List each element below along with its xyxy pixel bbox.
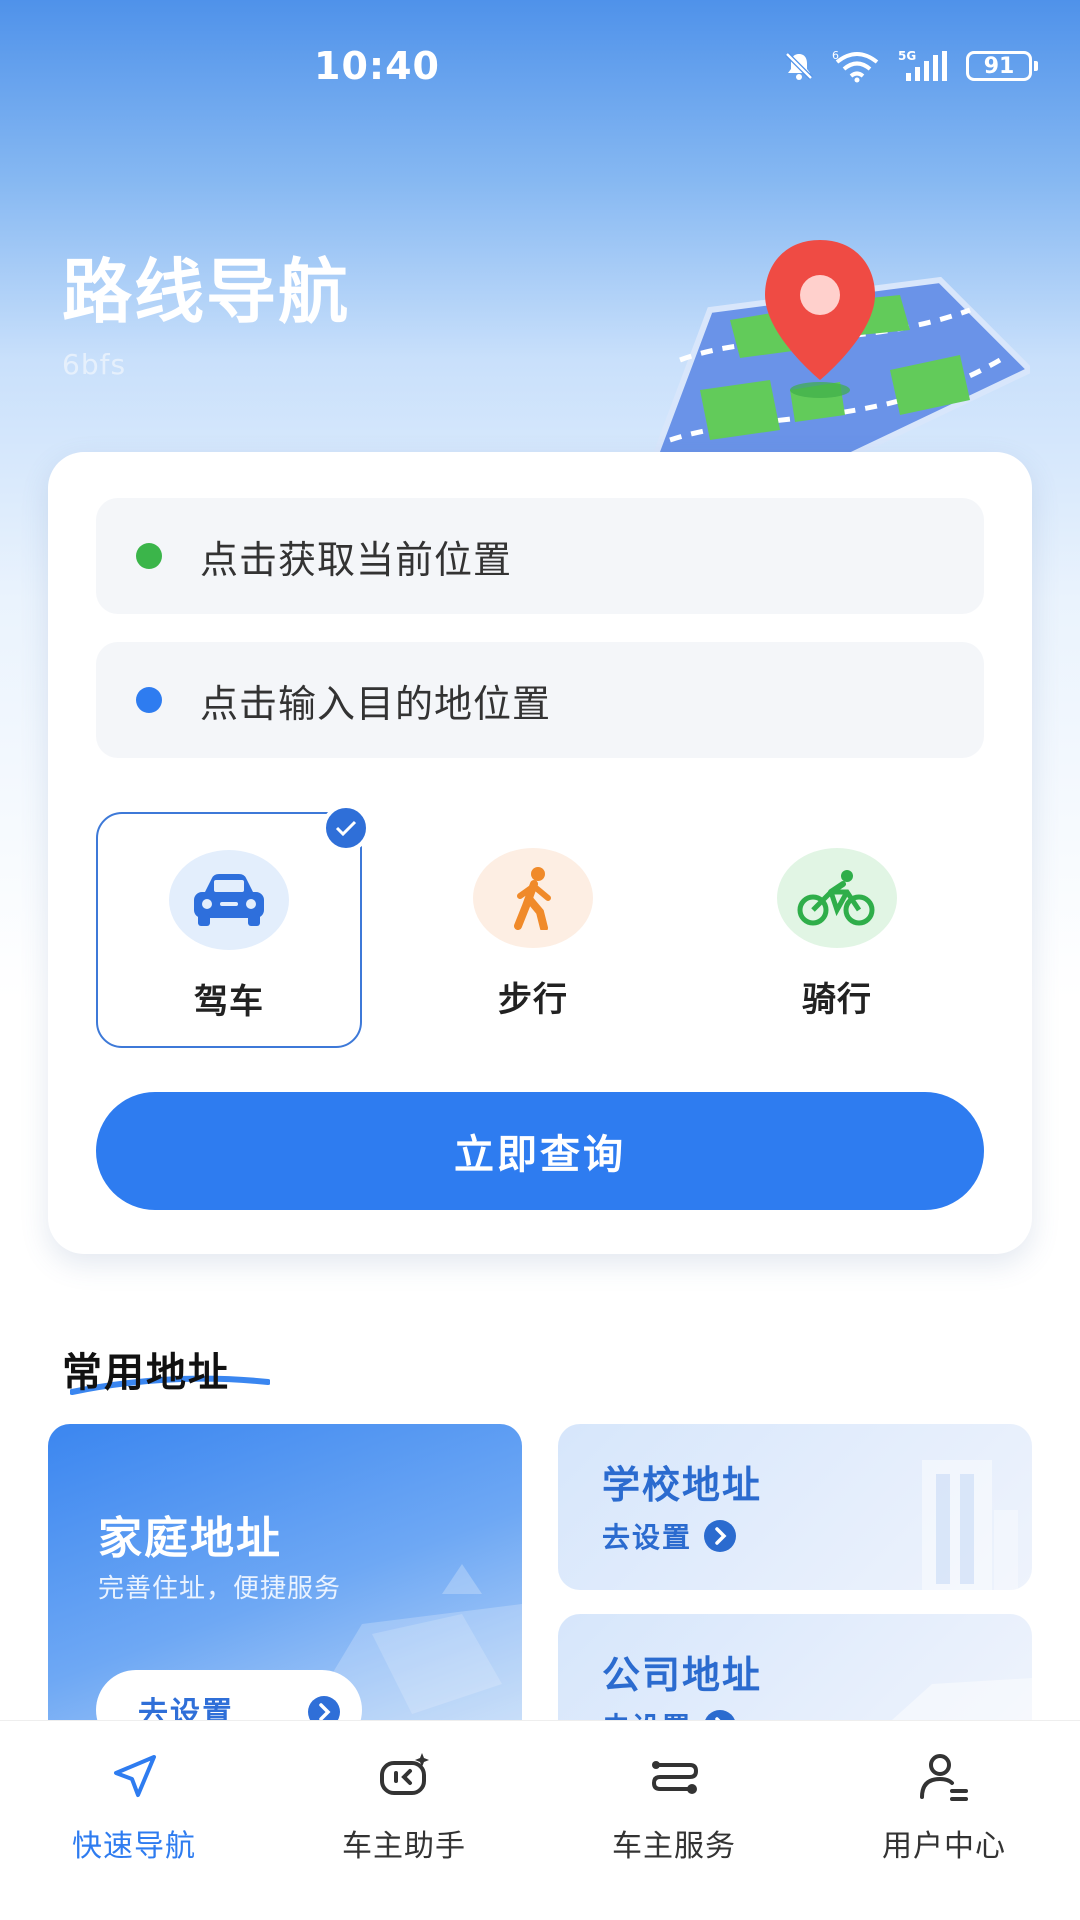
walking-person-icon <box>473 848 593 948</box>
destination-field[interactable]: 点击输入目的地位置 <box>96 642 984 758</box>
wifi-icon: 6 <box>832 49 879 83</box>
school-address-card[interactable]: 学校地址 去设置 <box>558 1424 1032 1590</box>
tab-label: 用户中心 <box>882 1829 1006 1864</box>
home-address-title: 家庭地址 <box>98 1513 282 1564</box>
bottom-tab-bar: 快速导航 车主助手 车主服务 用户中心 <box>0 1720 1080 1920</box>
school-building-illustration-icon <box>922 1460 1018 1590</box>
home-address-subtitle: 完善住址，便捷服务 <box>98 1574 342 1604</box>
user-icon <box>920 1754 968 1801</box>
network-type: 5G <box>898 49 916 63</box>
home-set-label: 去设置 <box>138 1696 234 1720</box>
destination-dot-icon <box>136 687 162 713</box>
mode-driving[interactable]: 驾车 <box>96 804 370 1048</box>
page-subtitle: 6bfs <box>62 348 127 381</box>
checkmark-icon <box>322 804 370 852</box>
origin-dot-icon <box>136 543 162 569</box>
school-set-label: 去设置 <box>602 1521 693 1554</box>
tab-label: 快速导航 <box>72 1829 196 1864</box>
arrow-right-circle-icon <box>704 1520 737 1552</box>
office-illustration-icon <box>892 1678 1032 1720</box>
mode-label: 步行 <box>498 980 568 1020</box>
tab-label: 车主服务 <box>612 1829 736 1864</box>
tab-user-center[interactable]: 用户中心 <box>844 1749 1044 1869</box>
cellular-signal-icon: 5G <box>898 49 947 81</box>
page-title: 路线导航 <box>62 251 350 333</box>
school-set-button[interactable]: 去设置 <box>602 1516 737 1556</box>
car-icon <box>169 850 289 950</box>
origin-field[interactable]: 点击获取当前位置 <box>96 498 984 614</box>
route-service-icon <box>651 1761 699 1794</box>
status-time: 10:40 <box>314 44 440 88</box>
query-button[interactable]: 立即查询 <box>96 1092 984 1210</box>
mode-walking[interactable]: 步行 <box>400 812 666 1048</box>
assistant-icon <box>380 1753 429 1795</box>
tab-car-services[interactable]: 车主服务 <box>574 1749 774 1869</box>
destination-field-label: 点击输入目的地位置 <box>200 681 552 726</box>
arrow-right-circle-icon <box>705 1710 735 1720</box>
route-search-card: 点击获取当前位置 点击输入目的地位置 驾车 步行 骑行 立即查询 <box>48 452 1032 1254</box>
navigation-arrow-icon <box>114 1755 156 1797</box>
section-title: 常用地址 <box>62 1350 230 1396</box>
battery-icon: 91 <box>966 51 1038 81</box>
mute-bell-icon <box>785 52 813 80</box>
status-bar: 10:40 6 5G 91 <box>0 0 1080 130</box>
mode-label: 驾车 <box>194 982 264 1022</box>
status-icons: 6 5G 91 <box>782 46 1038 86</box>
tab-car-assistant[interactable]: 车主助手 <box>304 1749 504 1869</box>
wifi-badge: 6 <box>832 49 839 62</box>
company-address-title: 公司地址 <box>602 1653 763 1697</box>
mode-cycling[interactable]: 骑行 <box>704 812 970 1048</box>
mode-label: 骑行 <box>802 980 872 1020</box>
company-set-label: 去设置 <box>602 1706 692 1720</box>
origin-field-label: 点击获取当前位置 <box>200 537 513 582</box>
company-address-card[interactable]: 公司地址 去设置 <box>558 1614 1032 1720</box>
tab-quick-navigation[interactable]: 快速导航 <box>34 1749 234 1869</box>
bicycle-icon <box>777 848 897 948</box>
map-pin-illustration-icon <box>646 240 1030 470</box>
home-set-button[interactable]: 去设置 <box>96 1670 362 1720</box>
tab-label: 车主助手 <box>342 1829 466 1864</box>
company-set-button[interactable]: 去设置 <box>602 1706 736 1720</box>
battery-level: 91 <box>983 53 1015 79</box>
arrow-right-circle-icon <box>308 1696 340 1720</box>
school-address-title: 学校地址 <box>602 1463 763 1507</box>
home-address-card[interactable]: 家庭地址 完善住址，便捷服务 去设置 <box>48 1424 522 1720</box>
